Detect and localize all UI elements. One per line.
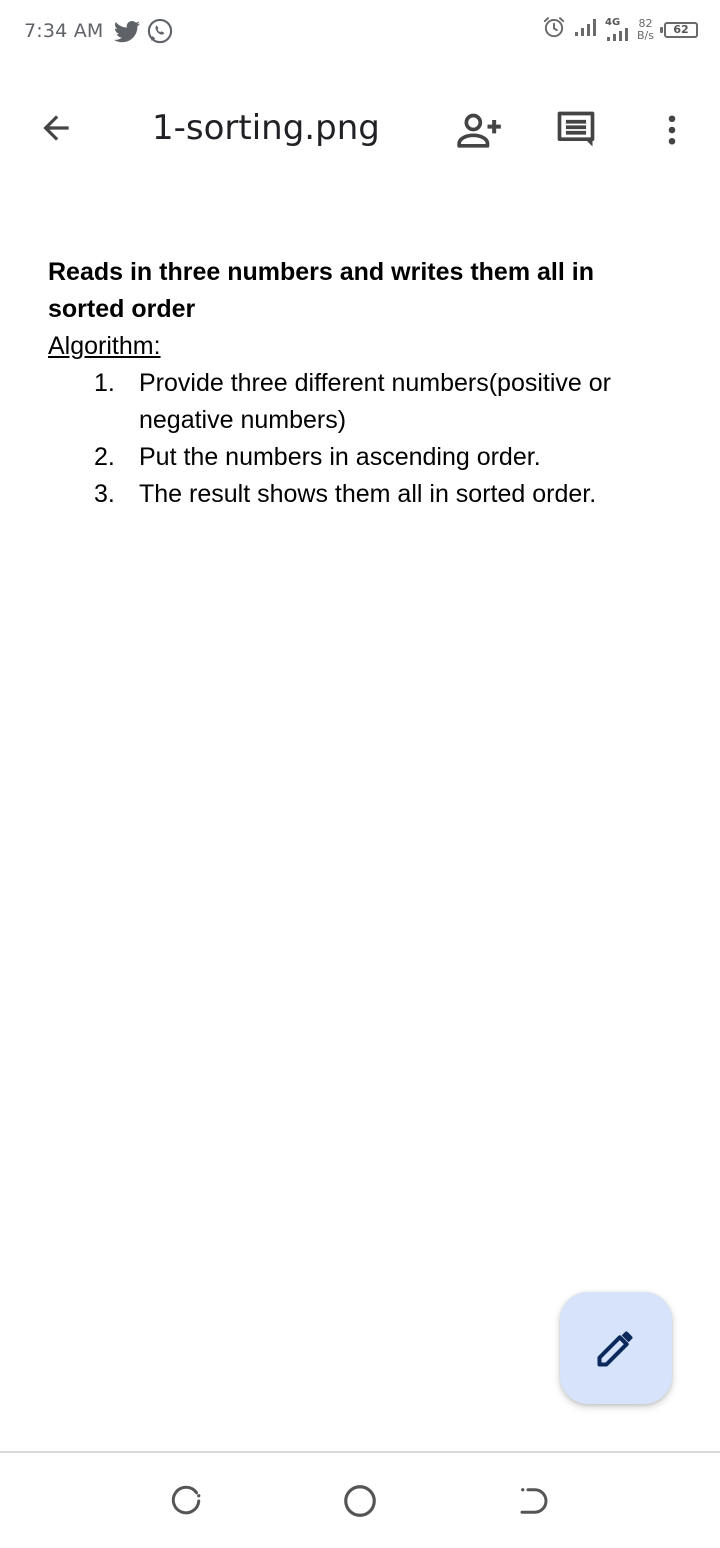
step-number: 1.	[94, 369, 115, 397]
list-item: 3. The result shows them all in sorted o…	[48, 476, 680, 513]
status-app-icons	[112, 16, 174, 51]
status-right-group: 4G 82 B/s 62	[541, 14, 698, 45]
heading-line-2: sorted order	[48, 295, 196, 323]
back-arrow-icon	[43, 115, 69, 141]
algorithm-steps: 1. Provide three different numbers(posit…	[48, 365, 680, 513]
share-button[interactable]	[452, 108, 508, 152]
step-number: 3.	[94, 480, 115, 508]
more-options-button[interactable]	[648, 106, 696, 154]
net-speed: 82 B/s	[637, 16, 654, 42]
add-person-icon	[457, 113, 501, 148]
network-type-text: 4G	[605, 17, 621, 28]
pencil-icon	[597, 1331, 633, 1367]
net-speed-value: 82	[638, 16, 653, 30]
alarm-icon	[541, 14, 567, 45]
recent-apps-button[interactable]	[160, 1475, 212, 1527]
list-item: 1. Provide three different numbers(posit…	[48, 365, 680, 439]
battery-icon: 62	[660, 21, 698, 38]
whatsapp-icon	[146, 17, 174, 50]
status-time: 7:34 AM	[24, 20, 104, 42]
status-bar: 7:34 AM 4G 82 B/s 62	[0, 0, 720, 64]
heading-line-1: Reads in three numbers and writes them a…	[48, 258, 594, 286]
net-speed-unit: B/s	[637, 28, 654, 42]
edit-fab-button[interactable]	[560, 1292, 672, 1404]
network-type-label: 4G	[605, 17, 631, 42]
home-button[interactable]	[334, 1475, 386, 1527]
nav-back-button[interactable]	[508, 1475, 560, 1527]
algorithm-label: Algorithm:	[48, 332, 161, 360]
signal-icon	[573, 16, 599, 43]
step-text: Provide three different numbers(positive…	[139, 369, 611, 397]
step-text-continued: negative numbers)	[139, 406, 347, 434]
recent-apps-icon	[171, 1485, 201, 1515]
home-icon	[344, 1485, 376, 1517]
twitter-icon	[112, 16, 142, 51]
step-text: The result shows them all in sorted orde…	[139, 480, 597, 508]
document-heading: Reads in three numbers and writes them a…	[48, 254, 680, 328]
more-vert-icon	[668, 115, 676, 145]
step-number: 2.	[94, 443, 115, 471]
list-item: 2. Put the numbers in ascending order.	[48, 439, 680, 476]
back-button[interactable]	[32, 108, 80, 148]
top-app-bar: 1-sorting.png	[0, 88, 720, 168]
battery-level: 62	[673, 23, 689, 36]
system-nav-bar	[0, 1453, 720, 1548]
comments-button[interactable]	[548, 106, 604, 154]
back-icon	[520, 1488, 548, 1514]
step-text: Put the numbers in ascending order.	[139, 443, 541, 471]
document-title: 1-sorting.png	[152, 108, 380, 148]
comments-icon	[557, 111, 595, 147]
document-body: Reads in three numbers and writes them a…	[48, 254, 680, 513]
